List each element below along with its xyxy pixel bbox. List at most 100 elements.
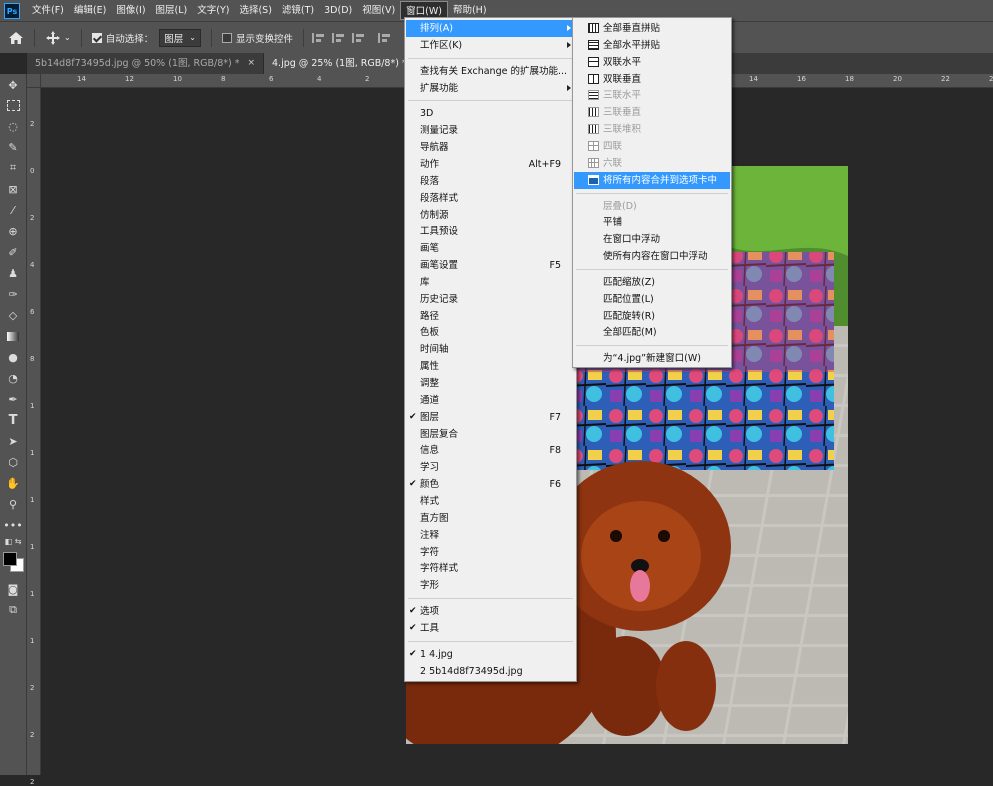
frame-tool[interactable]: ⊠ [3, 180, 23, 198]
align-center-icon[interactable] [331, 32, 344, 43]
window-menu-item[interactable]: 时间轴 [406, 341, 575, 358]
window-menu-item[interactable]: 画笔 [406, 240, 575, 257]
zoom-tool[interactable]: ⚲ [3, 495, 23, 513]
screen-mode-button[interactable]: ⧉ [3, 601, 23, 619]
window-menu-item[interactable]: 段落 [406, 173, 575, 190]
auto-select-dropdown[interactable]: 图层 ⌄ [159, 28, 201, 47]
arrange-menu-item[interactable]: 双联垂直 [574, 71, 730, 88]
pen-tool[interactable]: ✒ [3, 390, 23, 408]
window-menu-item[interactable]: 仿制源 [406, 207, 575, 224]
healing-brush-tool[interactable]: ⊕ [3, 222, 23, 240]
window-menu-item[interactable]: 样式 [406, 493, 575, 510]
arrange-menu-item[interactable]: 匹配位置(L) [574, 291, 730, 308]
window-menu-item[interactable]: 3D [406, 105, 575, 122]
window-menu-item[interactable]: 测量记录 [406, 122, 575, 139]
menu-3d[interactable]: 3D(D) [319, 1, 357, 20]
window-menu-item[interactable]: 图层复合 [406, 426, 575, 443]
window-menu-item[interactable]: 工作区(K) [406, 37, 575, 54]
eraser-tool[interactable]: ◇ [3, 306, 23, 324]
window-menu-item[interactable]: 字符样式 [406, 560, 575, 577]
window-menu-item[interactable]: 段落样式 [406, 190, 575, 207]
tab-document-5b14[interactable]: 5b14d8f73495d.jpg @ 50% (1图, RGB/8*) * × [27, 53, 265, 74]
window-menu-item[interactable]: 库 [406, 274, 575, 291]
menu-file[interactable]: 文件(F) [27, 1, 69, 20]
window-menu-item[interactable]: 排列(A) [406, 20, 575, 37]
window-menu-item[interactable]: 2 5b14d8f73495d.jpg [406, 663, 575, 680]
window-menu-item[interactable]: 直方图 [406, 510, 575, 527]
window-menu-item[interactable]: 信息 F8 [406, 442, 575, 459]
menu-image[interactable]: 图像(I) [111, 1, 150, 20]
window-menu-item[interactable]: ✔ 颜色 F6 [406, 476, 575, 493]
window-menu-item[interactable]: 字形 [406, 577, 575, 594]
arrange-menu-item[interactable]: 使所有内容在窗口中浮动 [574, 248, 730, 265]
window-menu-item[interactable]: 工具预设 [406, 223, 575, 240]
arrange-menu-item[interactable]: 全部匹配(M) [574, 324, 730, 341]
type-tool[interactable]: T [3, 411, 23, 429]
eyedropper-tool[interactable]: ⁄ [3, 201, 23, 219]
menu-view[interactable]: 视图(V) [357, 1, 400, 20]
window-menu-item[interactable]: ✔ 选项 [406, 603, 575, 620]
quickmask-button[interactable]: ◙ [3, 580, 23, 598]
arrange-menu-item[interactable]: 平铺 [574, 214, 730, 231]
blur-tool[interactable]: ● [3, 348, 23, 366]
move-tool[interactable]: ✥ [3, 76, 23, 94]
arrange-menu-item[interactable]: 全部水平拼贴 [574, 37, 730, 54]
menu-item-label: 匹配旋转(R) [603, 310, 656, 322]
window-menu-item[interactable]: 导航器 [406, 139, 575, 156]
gradient-tool[interactable] [3, 327, 23, 345]
brush-tool[interactable]: ✐ [3, 243, 23, 261]
menu-type[interactable]: 文字(Y) [192, 1, 234, 20]
arrange-menu-item[interactable]: 将所有内容合并到选项卡中 [574, 171, 730, 189]
lasso-tool-icon: ◌ [8, 119, 18, 133]
window-menu-item[interactable]: ✔ 1 4.jpg [406, 646, 575, 663]
menu-filter[interactable]: 滤镜(T) [277, 1, 319, 20]
arrange-menu-item[interactable]: 在窗口中浮动 [574, 231, 730, 248]
dodge-tool[interactable]: ◔ [3, 369, 23, 387]
auto-select-checkbox[interactable]: 自动选择： [91, 31, 153, 45]
arrange-menu-item[interactable]: 匹配缩放(Z) [574, 274, 730, 291]
menu-edit[interactable]: 编辑(E) [69, 1, 111, 20]
hand-tool[interactable]: ✋ [3, 474, 23, 492]
align-right-icon[interactable] [351, 32, 364, 43]
marquee-tool[interactable] [3, 96, 23, 114]
window-menu-item[interactable]: 字符 [406, 544, 575, 561]
color-swatches[interactable] [3, 548, 24, 574]
align-left-icon[interactable] [311, 32, 324, 43]
arrange-menu-item[interactable]: 匹配旋转(R) [574, 308, 730, 325]
stamp-tool[interactable]: ♟ [3, 264, 23, 282]
window-menu-item[interactable]: 色板 [406, 324, 575, 341]
window-menu-item[interactable]: 属性 [406, 358, 575, 375]
menu-select[interactable]: 选择(S) [234, 1, 276, 20]
history-brush-tool[interactable]: ✑ [3, 285, 23, 303]
home-button[interactable] [8, 31, 24, 45]
window-menu-item[interactable]: 查找有关 Exchange 的扩展功能... [406, 63, 575, 80]
swap-colors-button[interactable]: ◧ ⇆ [3, 535, 23, 547]
window-menu-item[interactable]: 画笔设置 F5 [406, 257, 575, 274]
quick-select-tool[interactable]: ✎ [3, 138, 23, 156]
window-menu-item[interactable]: 历史记录 [406, 291, 575, 308]
window-menu-item[interactable]: ✔ 图层 F7 [406, 409, 575, 426]
move-tool-preset[interactable]: ⌄ [45, 30, 71, 46]
close-icon[interactable]: × [247, 53, 255, 74]
window-menu-item[interactable]: 动作 Alt+F9 [406, 156, 575, 173]
menu-layer[interactable]: 图层(L) [151, 1, 193, 20]
ruler-tick-label: 1 [30, 590, 35, 598]
path-select-tool[interactable]: ➤ [3, 432, 23, 450]
shape-tool[interactable]: ⬡ [3, 453, 23, 471]
window-menu-item[interactable]: 通道 [406, 392, 575, 409]
crop-tool[interactable]: ⌗ [3, 159, 23, 177]
foreground-color-swatch[interactable] [3, 552, 17, 566]
more-tools[interactable]: ••• [3, 516, 23, 534]
arrange-menu-item[interactable]: 为“4.jpg”新建窗口(W) [574, 350, 730, 367]
window-menu-item[interactable]: 学习 [406, 459, 575, 476]
window-menu-item[interactable]: 路径 [406, 308, 575, 325]
window-menu-item[interactable]: 注释 [406, 527, 575, 544]
align-top-icon[interactable] [377, 32, 390, 43]
show-transform-checkbox[interactable]: 显示变换控件 [221, 31, 293, 45]
arrange-menu-item[interactable]: 双联水平 [574, 54, 730, 71]
window-menu-item[interactable]: 调整 [406, 375, 575, 392]
lasso-tool[interactable]: ◌ [3, 117, 23, 135]
window-menu-item[interactable]: 扩展功能 [406, 80, 575, 97]
window-menu-item[interactable]: ✔ 工具 [406, 620, 575, 637]
arrange-menu-item[interactable]: 全部垂直拼贴 [574, 20, 730, 37]
